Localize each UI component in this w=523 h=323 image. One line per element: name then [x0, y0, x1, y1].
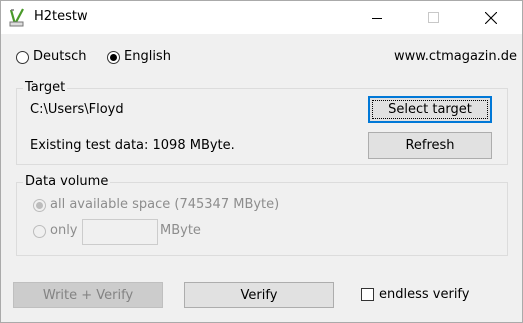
h2testw-window: H2testw Deutsch English www.ctmagazin.de… — [0, 0, 523, 323]
write-verify-button[interactable]: Write + Verify — [13, 282, 163, 308]
all-space-radio[interactable] — [33, 199, 46, 212]
endless-verify-checkbox[interactable] — [361, 288, 374, 301]
deutsch-label[interactable]: Deutsch — [33, 49, 87, 64]
refresh-button[interactable]: Refresh — [368, 132, 492, 159]
only-label[interactable]: only — [50, 223, 78, 238]
title-bar: H2testw — [1, 1, 522, 34]
website-link[interactable]: www.ctmagazin.de — [394, 49, 517, 64]
target-path: C:\Users\Floyd — [30, 102, 124, 117]
only-amount-input[interactable] — [82, 219, 158, 245]
verify-button[interactable]: Verify — [184, 282, 334, 308]
english-label[interactable]: English — [124, 49, 171, 64]
data-volume-group-title: Data volume — [23, 174, 111, 189]
h2testw-app-icon — [9, 8, 24, 27]
window-title: H2testw — [34, 9, 88, 24]
english-radio[interactable] — [107, 51, 120, 64]
all-space-label[interactable]: all available space (745347 MByte) — [50, 197, 279, 212]
endless-verify-label[interactable]: endless verify — [379, 287, 469, 302]
select-target-button[interactable]: Select target — [368, 96, 492, 123]
target-group-title: Target — [23, 80, 68, 95]
maximize-button[interactable] — [410, 1, 456, 34]
minimize-icon — [372, 17, 382, 19]
only-radio[interactable] — [33, 225, 46, 238]
refresh-label: Refresh — [405, 138, 455, 153]
maximize-icon — [427, 12, 439, 23]
minimize-button[interactable] — [354, 1, 400, 34]
deutsch-radio[interactable] — [16, 51, 29, 64]
verify-label: Verify — [240, 287, 278, 303]
close-button[interactable] — [468, 1, 514, 34]
mbyte-unit-label: MByte — [160, 223, 201, 238]
existing-test-data: Existing test data: 1098 MByte. — [30, 138, 235, 153]
focus-ring — [372, 100, 488, 119]
close-icon — [485, 11, 497, 24]
write-verify-label: Write + Verify — [42, 287, 134, 303]
